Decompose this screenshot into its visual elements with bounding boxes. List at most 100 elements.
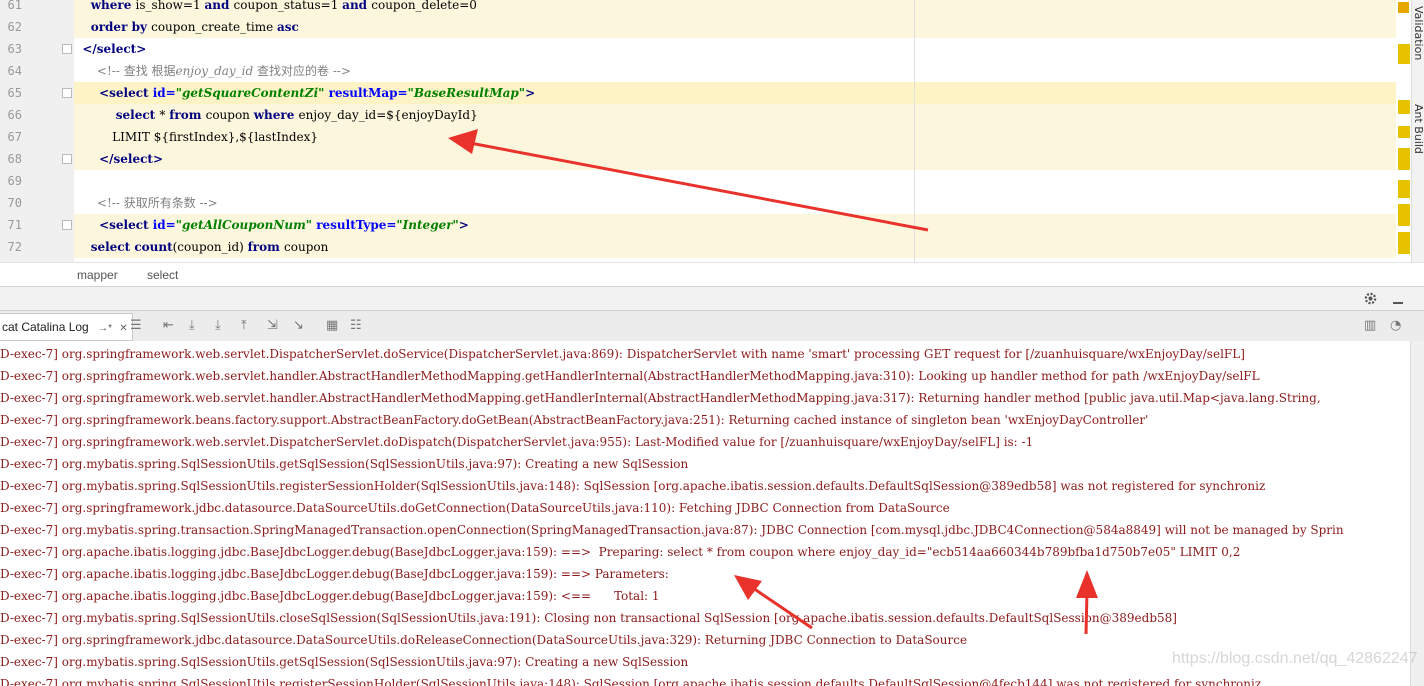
settings-list-icon[interactable]: ☷ bbox=[350, 318, 362, 333]
code-token: LIMIT ${firstIndex},${lastIndex} bbox=[74, 130, 319, 144]
print-icon[interactable]: ▦ bbox=[326, 318, 338, 333]
log-line: D-exec-7] org.mybatis.spring.SqlSessionU… bbox=[0, 655, 689, 669]
error-stripe-mark[interactable] bbox=[1398, 180, 1410, 198]
watermark: https://blog.csdn.net/qq_42862247 bbox=[1172, 650, 1418, 667]
scroll-down-icon[interactable]: ⤓ bbox=[215, 318, 221, 333]
code-line[interactable]: 67 LIMIT ${firstIndex},${lastIndex} bbox=[0, 126, 1400, 148]
code-token: </select> bbox=[74, 152, 163, 166]
line-number: 63 bbox=[7, 42, 22, 56]
fold-marker-icon[interactable] bbox=[62, 154, 72, 164]
error-stripe-mark[interactable] bbox=[1398, 204, 1410, 226]
log-line: D-exec-7] org.springframework.beans.fact… bbox=[0, 413, 1149, 427]
side-tab-validation[interactable]: Validation bbox=[1412, 6, 1424, 60]
minimize-icon[interactable] bbox=[1391, 292, 1405, 306]
log-line: D-exec-7] org.springframework.web.servle… bbox=[0, 435, 1034, 449]
fold-marker-icon[interactable] bbox=[62, 88, 72, 98]
code-line[interactable]: 63 </select> bbox=[0, 38, 1400, 60]
fold-marker-icon[interactable] bbox=[62, 220, 72, 230]
code-line[interactable]: 65 <select id="getSquareContentZi" resul… bbox=[0, 82, 1400, 104]
gear-icon[interactable] bbox=[1363, 291, 1378, 306]
breadcrumb: mapper select bbox=[0, 262, 1424, 287]
line-highlight bbox=[74, 148, 1396, 170]
console-toolbar: cat Catalina Log →* ✕ ☰ ⇤ ⤓ ⤓ ⤒ ⇲ ↘ ▦ ☷ … bbox=[0, 310, 1424, 342]
log-line: D-exec-7] org.mybatis.spring.SqlSessionU… bbox=[0, 611, 1177, 625]
code-token: resultMap= bbox=[328, 86, 408, 100]
code-token: coupon_delete=0 bbox=[371, 0, 477, 12]
split-icon[interactable]: ▥ bbox=[1364, 318, 1376, 333]
log-line: D-exec-7] org.springframework.web.servle… bbox=[0, 347, 1245, 361]
code-token: "getAllCouponNum" bbox=[175, 218, 317, 232]
breadcrumb-item-select[interactable]: select bbox=[147, 268, 178, 282]
code-token: coupon bbox=[205, 108, 254, 122]
error-stripe-mark[interactable] bbox=[1398, 44, 1410, 64]
line-number: 70 bbox=[7, 196, 22, 210]
console-scrollbar[interactable] bbox=[1410, 341, 1424, 686]
code-token: is_show=1 bbox=[135, 0, 205, 12]
line-number: 65 bbox=[7, 86, 22, 100]
code-token: enjoy_day_id=${enjoyDayId} bbox=[298, 108, 478, 122]
log-line: D-exec-7] org.apache.ibatis.logging.jdbc… bbox=[0, 589, 660, 603]
close-icon[interactable]: ✕ bbox=[119, 323, 127, 334]
code-line[interactable]: 69 bbox=[0, 170, 1400, 192]
code-editor[interactable]: 61 where is_show=1 and coupon_status=1 a… bbox=[0, 0, 1424, 262]
code-token: "BaseResultMap" bbox=[407, 86, 526, 100]
clear-icon[interactable]: ↘ bbox=[293, 318, 304, 333]
code-line[interactable]: 64 <!-- 查找 根据enjoy_day_id 查找对应的卷 --> bbox=[0, 60, 1400, 82]
code-token: (coupon_id) bbox=[172, 240, 248, 254]
code-token: coupon bbox=[284, 240, 329, 254]
code-token: from bbox=[247, 240, 285, 254]
breadcrumb-item-mapper[interactable]: mapper bbox=[77, 268, 118, 282]
code-text: </select> bbox=[74, 38, 146, 60]
code-token: "Integer" bbox=[396, 218, 459, 232]
code-token: order by bbox=[74, 20, 152, 34]
code-line[interactable]: 68 </select> bbox=[0, 148, 1400, 170]
code-token: <select bbox=[74, 218, 153, 232]
code-text: </select> bbox=[74, 148, 163, 170]
code-text: select * from coupon where enjoy_day_id=… bbox=[74, 104, 478, 126]
fold-marker-icon[interactable] bbox=[62, 44, 72, 54]
code-token: from bbox=[169, 108, 206, 122]
code-text: <select id="getAllCouponNum" resultType=… bbox=[74, 214, 469, 236]
log-line: D-exec-7] org.springframework.web.servle… bbox=[0, 369, 1260, 383]
upload-icon[interactable]: ⤒ bbox=[241, 318, 247, 333]
code-token: and bbox=[342, 0, 372, 12]
code-line[interactable]: 70 <!-- 获取所有条数 --> bbox=[0, 192, 1400, 214]
scroll-up-icon[interactable]: ⇤ bbox=[163, 318, 174, 333]
code-text: <!-- 获取所有条数 --> bbox=[74, 192, 218, 214]
warning-icon[interactable] bbox=[1398, 2, 1409, 13]
line-number: 61 bbox=[7, 0, 22, 12]
log-line: D-exec-7] org.springframework.web.servle… bbox=[0, 391, 1321, 405]
code-token: coupon_status=1 bbox=[233, 0, 343, 12]
download-icon[interactable]: ⤓ bbox=[189, 318, 195, 333]
error-stripe-mark[interactable] bbox=[1398, 100, 1410, 114]
side-tab-ant-build[interactable]: Ant Build bbox=[1412, 104, 1424, 154]
console-output[interactable]: D-exec-7] org.springframework.web.servle… bbox=[0, 341, 1410, 686]
code-text: <select id="getSquareContentZi" resultMa… bbox=[74, 82, 535, 104]
error-stripe-mark[interactable] bbox=[1398, 126, 1410, 138]
code-line[interactable]: 66 select * from coupon where enjoy_day_… bbox=[0, 104, 1400, 126]
code-line[interactable]: 61 where is_show=1 and coupon_status=1 a… bbox=[0, 0, 1400, 16]
error-stripe-mark[interactable] bbox=[1398, 232, 1410, 254]
tool-icon[interactable]: ◔ bbox=[1390, 318, 1401, 333]
code-token: id= bbox=[152, 218, 176, 232]
code-line[interactable]: 72 select count(coupon_id) from coupon bbox=[0, 236, 1400, 258]
tab-catalina-log[interactable]: cat Catalina Log →* ✕ bbox=[0, 313, 133, 341]
code-token: where bbox=[253, 108, 299, 122]
code-line[interactable]: 62 order by coupon_create_time asc bbox=[0, 16, 1400, 38]
code-token: enjoy_day_id bbox=[175, 64, 254, 78]
soft-wrap-icon[interactable]: ☰ bbox=[130, 318, 142, 333]
line-number: 62 bbox=[7, 20, 22, 34]
code-token: </select> bbox=[74, 42, 147, 56]
pin-icon[interactable]: →* bbox=[98, 323, 112, 334]
log-line: D-exec-7] org.springframework.jdbc.datas… bbox=[0, 633, 968, 647]
code-token: select count bbox=[74, 240, 173, 254]
error-stripe-mark[interactable] bbox=[1398, 148, 1410, 170]
code-line[interactable]: 71 <select id="getAllCouponNum" resultTy… bbox=[0, 214, 1400, 236]
filter-icon[interactable]: ⇲ bbox=[267, 318, 278, 333]
line-number: 71 bbox=[7, 218, 22, 232]
code-token: and bbox=[204, 0, 234, 12]
code-token: > bbox=[458, 218, 469, 232]
log-line: D-exec-7] org.apache.ibatis.logging.jdbc… bbox=[0, 545, 1241, 559]
code-token: <select bbox=[74, 86, 153, 100]
log-line: D-exec-7] org.springframework.jdbc.datas… bbox=[0, 501, 950, 515]
